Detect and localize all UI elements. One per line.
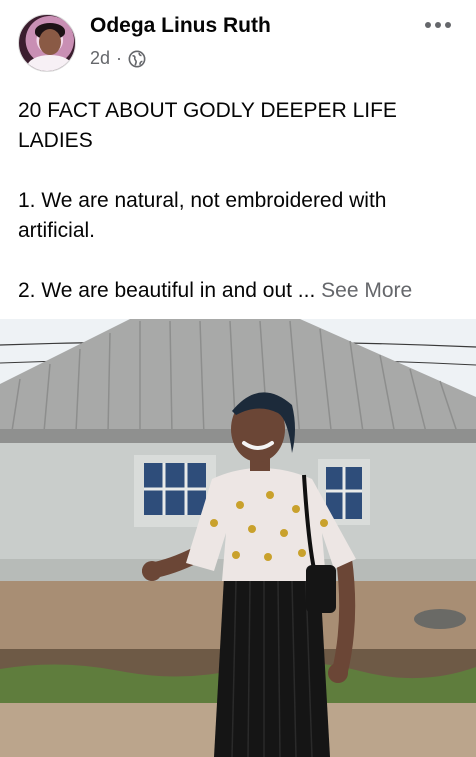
avatar-face: [39, 29, 61, 55]
author-avatar[interactable]: [18, 14, 76, 72]
post-photo-image: [0, 319, 476, 757]
meta-separator: ·: [116, 48, 123, 68]
globe-icon[interactable]: [128, 50, 146, 68]
post-fact-2-line: 2. We are beautiful in and out ... See M…: [18, 276, 464, 306]
post-timestamp[interactable]: 2d: [90, 48, 110, 69]
avatar-shoulders: [27, 55, 73, 71]
post-body: 20 FACT ABOUT GODLY DEEPER LIFE LADIES 1…: [18, 96, 464, 306]
see-more-link[interactable]: See More: [321, 279, 412, 302]
post-photo[interactable]: [0, 319, 476, 757]
more-dot: [445, 22, 451, 28]
post-meta: 2d ·: [90, 48, 146, 69]
author-name[interactable]: Odega Linus Ruth: [90, 14, 271, 38]
more-options-button[interactable]: [422, 14, 454, 36]
post-title-line: 20 FACT ABOUT GODLY DEEPER LIFE LADIES: [18, 99, 397, 152]
post-fact-2: 2. We are beautiful in and out ...: [18, 279, 316, 302]
more-dot: [435, 22, 441, 28]
post-header: Odega Linus Ruth 2d ·: [0, 0, 476, 86]
more-horizontal-icon: [425, 22, 431, 28]
post-fact-1: 1. We are natural, not embroidered with …: [18, 189, 387, 242]
